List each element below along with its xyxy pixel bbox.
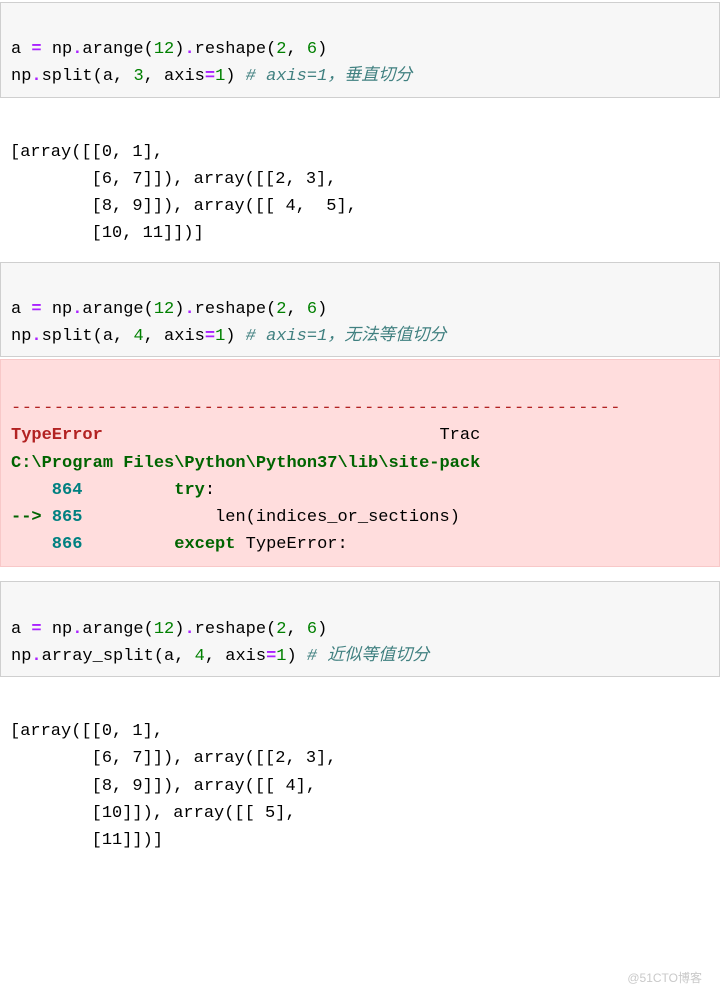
error-line: 864 try:	[11, 481, 215, 500]
output-line: [8, 9]]), array([[ 4],	[10, 777, 316, 796]
code-cell-1: a = np.arange(12).reshape(2, 6) np.split…	[0, 2, 720, 98]
error-line: 866 except TypeError:	[11, 535, 348, 554]
output-cell-1: [array([[0, 1], [6, 7]]), array([[2, 3],…	[0, 100, 720, 260]
error-header: TypeError Trac	[11, 426, 480, 445]
code-cell-2: a = np.arange(12).reshape(2, 6) np.split…	[0, 262, 720, 358]
output-line: [6, 7]]), array([[2, 3],	[10, 749, 336, 768]
output-line: [10, 11]])]	[10, 224, 204, 243]
code-line: np.split(a, 4, axis=1) # axis=1，无法等值切分	[11, 327, 446, 346]
output-line: [array([[0, 1],	[10, 143, 163, 162]
code-line: np.array_split(a, 4, axis=1) # 近似等值切分	[11, 647, 429, 666]
error-line-current: --> 865 len(indices_or_sections)	[11, 508, 460, 527]
code-line: a = np.arange(12).reshape(2, 6)	[11, 40, 327, 59]
output-line: [11]])]	[10, 831, 163, 850]
output-line: [8, 9]]), array([[ 4, 5],	[10, 197, 357, 216]
error-dashes: ----------------------------------------…	[11, 399, 621, 418]
code-line: a = np.arange(12).reshape(2, 6)	[11, 300, 327, 319]
error-path: C:\Program Files\Python\Python37\lib\sit…	[11, 454, 480, 473]
code-line: np.split(a, 3, axis=1) # axis=1，垂直切分	[11, 67, 412, 86]
code-cell-3: a = np.arange(12).reshape(2, 6) np.array…	[0, 581, 720, 677]
output-line: [array([[0, 1],	[10, 722, 163, 741]
error-traceback: ----------------------------------------…	[0, 359, 720, 567]
output-line: [6, 7]]), array([[2, 3],	[10, 170, 336, 189]
output-line: [10]]), array([[ 5],	[10, 804, 296, 823]
watermark: @51CTO博客	[627, 969, 702, 988]
code-line: a = np.arange(12).reshape(2, 6)	[11, 620, 327, 639]
output-cell-3: [array([[0, 1], [6, 7]]), array([[2, 3],…	[0, 679, 720, 866]
